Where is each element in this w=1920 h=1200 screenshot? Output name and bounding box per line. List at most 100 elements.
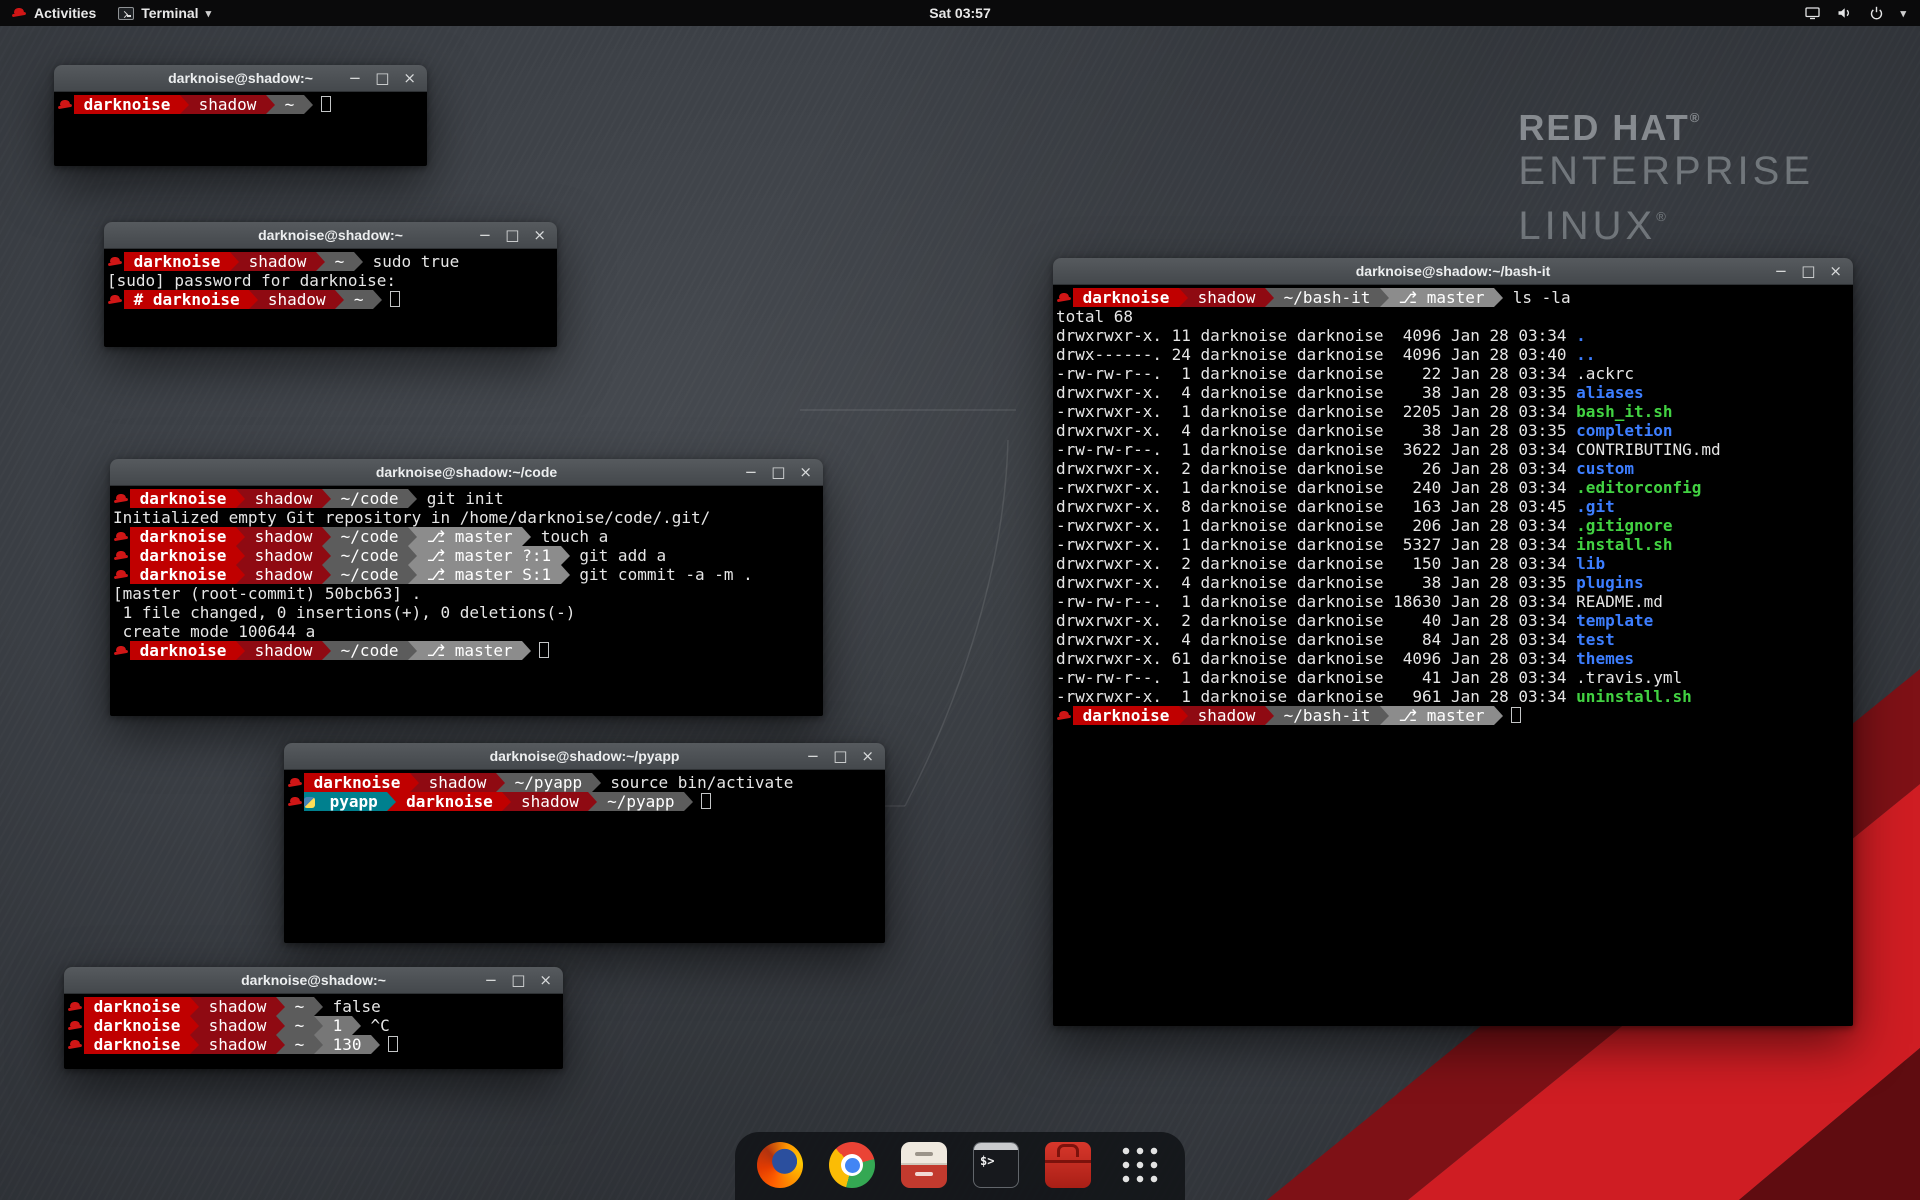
terminal-text: drwxrwxr-x. 4 darknoise darknoise 38 Jan… [1056, 573, 1576, 592]
files-icon[interactable] [901, 1142, 947, 1188]
terminal-content[interactable]: darknoise shadow ~ false darknoise shado… [64, 994, 563, 1069]
redhat-prompt-icon [1056, 706, 1073, 725]
terminal-icon[interactable]: $> [973, 1142, 1019, 1188]
maximize-button[interactable]: □ [1801, 264, 1815, 279]
terminal-text: bash_it.sh [1576, 402, 1672, 421]
titlebar[interactable]: darknoise@shadow:~ − □ × [64, 967, 563, 994]
terminal-content[interactable]: darknoise shadow ~ sudo true[sudo] passw… [104, 249, 557, 347]
prompt-segment: darknoise [84, 1035, 190, 1054]
terminal-content[interactable]: darknoise shadow ~/bash-it ⎇ master ls -… [1053, 285, 1853, 1026]
maximize-button[interactable]: □ [833, 749, 847, 764]
terminal-text: completion [1576, 421, 1672, 440]
maximize-button[interactable]: □ [771, 465, 785, 480]
toolbox-icon[interactable] [1045, 1142, 1091, 1188]
minimize-button[interactable]: − [349, 71, 362, 86]
powerline-separator [190, 1016, 199, 1035]
prompt-segment: shadow [258, 290, 335, 309]
prompt-segment: darknoise [396, 792, 502, 811]
terminal-line: darknoise shadow ~ false [67, 997, 561, 1016]
close-button[interactable]: × [539, 973, 552, 988]
titlebar[interactable]: darknoise@shadow:~/pyapp − □ × [284, 743, 885, 770]
terminal-text: 1 file changed, 0 insertions(+), 0 delet… [113, 603, 575, 622]
terminal-text: total 68 [1056, 307, 1133, 326]
powerline-separator [180, 95, 189, 114]
minimize-button[interactable]: − [479, 228, 492, 243]
minimize-button[interactable]: − [1775, 264, 1788, 279]
terminal-line: -rw-rw-r--. 1 darknoise darknoise 18630 … [1056, 592, 1851, 611]
maximize-button[interactable]: □ [375, 71, 389, 86]
prompt-segment: darknoise [1073, 706, 1179, 725]
maximize-button[interactable]: □ [505, 228, 519, 243]
titlebar[interactable]: darknoise@shadow:~ − □ × [54, 65, 427, 92]
titlebar[interactable]: darknoise@shadow:~/code − □ × [110, 459, 823, 486]
powerline-separator [502, 792, 511, 811]
window-title: darknoise@shadow:~/bash-it [1356, 263, 1551, 279]
prompt-segment: ~/bash-it [1274, 288, 1380, 307]
close-button[interactable]: × [1829, 264, 1842, 279]
powerline-separator [354, 252, 363, 271]
powerline-separator [314, 1016, 323, 1035]
close-button[interactable]: × [403, 71, 416, 86]
terminal-content[interactable]: darknoise shadow ~/pyapp source bin/acti… [284, 770, 885, 943]
window-controls: − □ × [807, 743, 874, 769]
activities-button[interactable]: Activities [0, 0, 107, 26]
close-button[interactable]: × [799, 465, 812, 480]
powerline-separator [236, 527, 245, 546]
terminal-window-bash-it: darknoise@shadow:~/bash-it − □ × darknoi… [1053, 258, 1853, 1026]
terminal-line: -rwxrwxr-x. 1 darknoise darknoise 5327 J… [1056, 535, 1851, 554]
terminal-line: -rw-rw-r--. 1 darknoise darknoise 3622 J… [1056, 440, 1851, 459]
app-menu-terminal[interactable]: Terminal ▾ [107, 0, 222, 26]
titlebar[interactable]: darknoise@shadow:~ − □ × [104, 222, 557, 249]
terminal-text: .editorconfig [1576, 478, 1701, 497]
powerline-separator [1179, 288, 1188, 307]
powerline-separator [236, 489, 245, 508]
titlebar[interactable]: darknoise@shadow:~/bash-it − □ × [1053, 258, 1853, 285]
prompt-segment: darknoise [84, 997, 190, 1016]
powerline-separator [236, 641, 245, 660]
maximize-button[interactable]: □ [511, 973, 525, 988]
chevron-down-icon: ▾ [1900, 7, 1906, 20]
window-title: darknoise@shadow:~/pyapp [490, 748, 680, 764]
prompt-segment: shadow [245, 641, 322, 660]
terminal-content[interactable]: darknoise shadow ~ [54, 92, 427, 166]
firefox-icon[interactable] [757, 1142, 803, 1188]
minimize-button[interactable]: − [807, 749, 820, 764]
redhat-prompt-icon [113, 546, 130, 565]
terminal-line: drwxrwxr-x. 61 darknoise darknoise 4096 … [1056, 649, 1851, 668]
powerline-separator [322, 546, 331, 565]
powerline-separator [373, 290, 382, 309]
prompt-segment: shadow [189, 95, 266, 114]
terminal-text: aliases [1576, 383, 1643, 402]
activities-label: Activities [34, 5, 96, 21]
close-button[interactable]: × [533, 228, 546, 243]
system-status-area[interactable]: ▾ [1804, 5, 1920, 21]
powerline-separator [561, 565, 570, 584]
powerline-separator [410, 773, 419, 792]
powerline-separator [322, 641, 331, 660]
terminal-text: -rw-rw-r--. 1 darknoise darknoise 22 Jan… [1056, 364, 1634, 383]
prompt-segment: ~/pyapp [505, 773, 592, 792]
clock[interactable]: Sat 03:57 [929, 5, 990, 21]
prompt-segment: ~/bash-it [1274, 706, 1380, 725]
chrome-icon[interactable] [829, 1142, 875, 1188]
terminal-line: # darknoise shadow ~ [107, 290, 555, 309]
window-title: darknoise@shadow:~/code [376, 464, 557, 480]
prompt-segment: ~/pyapp [597, 792, 684, 811]
terminal-text: drwxrwxr-x. 2 darknoise darknoise 40 Jan… [1056, 611, 1576, 630]
show-apps-icon[interactable] [1119, 1144, 1161, 1186]
terminal-line: drwxrwxr-x. 2 darknoise darknoise 26 Jan… [1056, 459, 1851, 478]
minimize-button[interactable]: − [485, 973, 498, 988]
powerline-separator [352, 1016, 361, 1035]
terminal-content[interactable]: darknoise shadow ~/code git initInitiali… [110, 486, 823, 716]
terminal-line: darknoise shadow ~/code ⎇ master touch a [113, 527, 821, 546]
minimize-button[interactable]: − [745, 465, 758, 480]
powerline-separator [561, 546, 570, 565]
powerline-separator [276, 1035, 285, 1054]
prompt-segment: shadow [245, 489, 322, 508]
prompt-segment: # darknoise [124, 290, 249, 309]
terminal-text: drwxrwxr-x. 4 darknoise darknoise 38 Jan… [1056, 383, 1576, 402]
window-title: darknoise@shadow:~ [258, 227, 403, 243]
close-button[interactable]: × [861, 749, 874, 764]
window-controls: − □ × [479, 222, 546, 248]
prompt-segment: shadow [239, 252, 316, 271]
